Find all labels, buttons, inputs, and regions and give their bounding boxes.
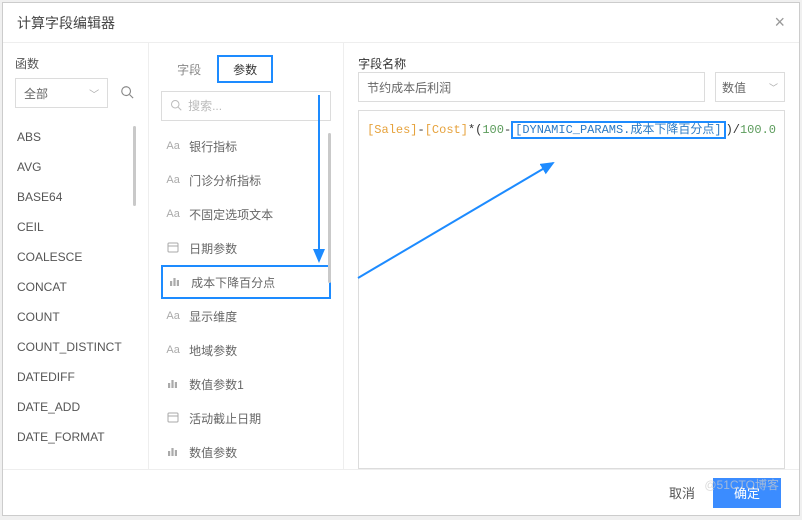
function-item[interactable]: DATE_ADD: [15, 392, 136, 422]
field-name-value: 节约成本后利润: [367, 79, 451, 96]
fieldname-label: 字段名称: [358, 55, 785, 72]
field-type-value: 数值: [722, 79, 746, 96]
param-item-highlighted[interactable]: 成本下降百分点: [161, 265, 331, 299]
bar-chart-icon: [165, 377, 181, 392]
param-label: 成本下降百分点: [191, 274, 275, 291]
param-label: 地域参数: [189, 342, 237, 359]
calendar-icon: [165, 411, 181, 426]
function-item[interactable]: ABS: [15, 122, 136, 152]
param-list: Aa 银行指标 Aa 门诊分析指标 Aa 不固定选项文本 日期参数 成本下降百分点 A…: [161, 129, 331, 469]
function-item[interactable]: CONCAT: [15, 272, 136, 302]
chevron-down-icon: ﹀: [769, 81, 778, 94]
expr-token-dynamic-highlight: [DYNAMIC_PARAMS.成本下降百分点]: [511, 121, 725, 139]
function-list: ABS AVG BASE64 CEIL COALESCE CONCAT COUN…: [15, 122, 136, 469]
expr-token-op: )/: [726, 123, 740, 137]
search-icon: [170, 99, 182, 114]
param-item[interactable]: Aa 银行指标: [161, 129, 331, 163]
field-type-select[interactable]: 数值 ﹀: [715, 72, 785, 102]
chevron-down-icon: ﹀: [89, 86, 99, 101]
calendar-icon: [165, 241, 181, 256]
function-item[interactable]: DATE_FORMAT: [15, 422, 136, 452]
text-type-icon: Aa: [165, 208, 181, 220]
expr-token-field: [Cost]: [425, 123, 468, 137]
param-item[interactable]: 活动截止日期: [161, 401, 331, 435]
function-item[interactable]: COUNT_DISTINCT: [15, 332, 136, 362]
function-item[interactable]: COUNT: [15, 302, 136, 332]
expression-editor[interactable]: [Sales]-[Cost]*(100-[DYNAMIC_PARAMS.成本下降…: [358, 110, 785, 469]
text-type-icon: Aa: [165, 310, 181, 322]
param-item[interactable]: 日期参数: [161, 231, 331, 265]
param-search-input[interactable]: [188, 99, 343, 113]
expr-token-dynamic: [DYNAMIC_PARAMS.成本下降百分点]: [515, 123, 721, 137]
function-item[interactable]: CEIL: [15, 212, 136, 242]
param-label: 日期参数: [189, 240, 237, 257]
param-label: 门诊分析指标: [189, 172, 261, 189]
tab-field[interactable]: 字段: [161, 55, 217, 83]
function-item[interactable]: AVG: [15, 152, 136, 182]
field-name-input[interactable]: 节约成本后利润: [358, 72, 705, 102]
bar-chart-icon: [165, 445, 181, 460]
expr-token-op: *(: [468, 123, 482, 137]
modal-title: 计算字段编辑器: [17, 13, 115, 33]
bar-chart-icon: [167, 275, 183, 290]
expr-token-number: 100.0: [740, 123, 776, 137]
param-item[interactable]: 数值参数1: [161, 367, 331, 401]
param-label: 数值参数: [189, 444, 237, 461]
function-filter-value: 全部: [24, 85, 48, 102]
expr-token-op: -: [418, 123, 425, 137]
tab-param[interactable]: 参数: [217, 55, 273, 83]
param-label: 活动截止日期: [189, 410, 261, 427]
text-type-icon: Aa: [165, 344, 181, 356]
scrollbar-thumb[interactable]: [133, 126, 136, 206]
scrollbar-thumb[interactable]: [328, 133, 331, 283]
ok-button[interactable]: 确定: [713, 478, 781, 508]
param-item[interactable]: 数值参数: [161, 435, 331, 469]
param-item[interactable]: Aa 显示维度: [161, 299, 331, 333]
search-icon[interactable]: [118, 85, 136, 102]
text-type-icon: Aa: [165, 174, 181, 186]
param-label: 银行指标: [189, 138, 237, 155]
cancel-button[interactable]: 取消: [669, 483, 695, 502]
param-label: 数值参数1: [189, 376, 244, 393]
param-item[interactable]: Aa 地域参数: [161, 333, 331, 367]
function-item[interactable]: COALESCE: [15, 242, 136, 272]
expr-token-field: [Sales]: [367, 123, 417, 137]
expr-token-op: -: [504, 123, 511, 137]
param-item[interactable]: Aa 不固定选项文本: [161, 197, 331, 231]
param-label: 显示维度: [189, 308, 237, 325]
param-item[interactable]: Aa 门诊分析指标: [161, 163, 331, 197]
expr-token-number: 100: [482, 123, 504, 137]
close-icon[interactable]: ×: [774, 12, 785, 33]
function-item[interactable]: BASE64: [15, 182, 136, 212]
function-filter-select[interactable]: 全部 ﹀: [15, 78, 108, 108]
text-type-icon: Aa: [165, 140, 181, 152]
functions-section-title: 函数: [15, 55, 136, 72]
function-item[interactable]: DATEDIFF: [15, 362, 136, 392]
param-search-box[interactable]: [161, 91, 331, 121]
param-label: 不固定选项文本: [189, 206, 273, 223]
